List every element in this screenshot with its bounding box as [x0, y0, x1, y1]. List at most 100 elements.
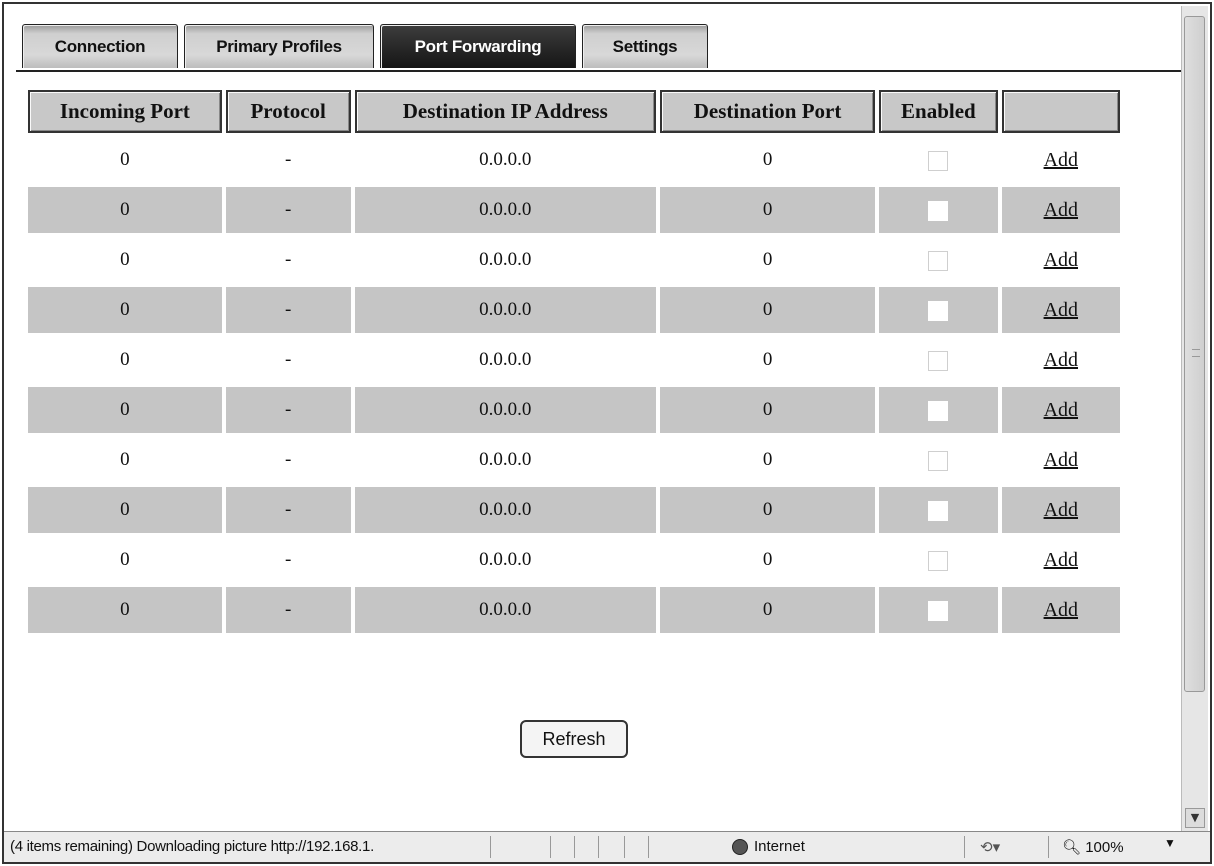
- destination-port-cell: 0: [762, 349, 773, 370]
- zoom-level[interactable]: 🔍︎ 100%: [1062, 838, 1124, 856]
- enabled-cell: [879, 237, 997, 283]
- table-row: 0-0.0.0.0 0 Add: [28, 337, 1120, 383]
- destination-ip-cell: 0.0.0.0: [354, 287, 656, 333]
- column-header-protocol: Protocol: [225, 90, 351, 133]
- add-link[interactable]: Add: [1044, 449, 1078, 471]
- enabled-cell: [879, 537, 997, 583]
- destination-ip-cell: 0.0.0.0: [479, 449, 532, 470]
- destination-ip-cell: 0.0.0.0: [354, 187, 656, 233]
- scrollbar-grip: [1192, 349, 1200, 357]
- status-divider: [624, 836, 625, 858]
- tab-port-forwarding[interactable]: Port Forwarding: [380, 24, 576, 68]
- incoming-port-cell: 0: [120, 249, 130, 270]
- zoom-value: 100%: [1085, 839, 1124, 856]
- action-cell: Add: [1001, 487, 1120, 533]
- status-divider: [550, 836, 551, 858]
- table-row: 0 - 0.0.0.0 0 Add: [28, 237, 1120, 283]
- destination-ip-cell: 0.0.0.0: [479, 249, 532, 270]
- table-header-row: Incoming Port Protocol Destination IP Ad…: [28, 90, 1120, 133]
- action-cell: Add: [1002, 137, 1120, 183]
- add-link[interactable]: Add: [1044, 599, 1078, 621]
- add-link[interactable]: Add: [1044, 499, 1078, 521]
- action-cell: Add: [1002, 337, 1120, 383]
- add-link[interactable]: Add: [1044, 149, 1078, 171]
- browser-window: Connection Primary Profiles Port Forward…: [2, 2, 1212, 864]
- add-link[interactable]: Add: [1044, 399, 1078, 421]
- enabled-checkbox[interactable]: [928, 450, 949, 471]
- zoom-dropdown-icon[interactable]: ▼: [1164, 836, 1176, 850]
- enabled-checkbox[interactable]: [928, 350, 949, 371]
- enabled-checkbox[interactable]: [928, 200, 949, 221]
- add-link[interactable]: Add: [1044, 349, 1078, 371]
- enabled-cell: [879, 587, 998, 633]
- enabled-checkbox[interactable]: [928, 600, 949, 621]
- action-cell: Add: [1001, 387, 1120, 433]
- refresh-button[interactable]: Refresh: [520, 720, 628, 758]
- protocol-cell: -: [284, 249, 292, 270]
- vertical-scrollbar[interactable]: ▼: [1181, 6, 1208, 832]
- enabled-cell: [879, 387, 998, 433]
- protocol-cell: -: [284, 549, 292, 570]
- protocol-cell: -: [225, 287, 351, 333]
- add-link[interactable]: Add: [1044, 249, 1078, 271]
- destination-ip-cell: 0.0.0.0: [354, 587, 656, 633]
- table-row: 0-0.0.0.0 0 Add: [28, 137, 1120, 183]
- scroll-down-arrow-icon[interactable]: ▼: [1185, 808, 1205, 828]
- destination-port-cell: 0: [762, 249, 773, 270]
- table-row: 0-0.0.0.0 0 Add: [28, 287, 1120, 333]
- incoming-port-cell: 0: [28, 387, 222, 433]
- enabled-cell: [879, 187, 998, 233]
- table-row: 0-0.0.0.0 0 Add: [28, 187, 1120, 233]
- status-bar: (4 items remaining) Downloading picture …: [4, 831, 1210, 862]
- add-link[interactable]: Add: [1044, 199, 1078, 221]
- enabled-cell: [879, 287, 998, 333]
- destination-port-cell: 0: [659, 187, 876, 233]
- enabled-cell: [879, 487, 998, 533]
- incoming-port-cell: 0: [28, 487, 222, 533]
- destination-port-cell: 0: [659, 287, 876, 333]
- enabled-checkbox[interactable]: [928, 500, 949, 521]
- enabled-checkbox[interactable]: [928, 400, 949, 421]
- protocol-cell: -: [225, 487, 351, 533]
- table-row: 0-0.0.0.0 0 Add: [28, 537, 1120, 583]
- scrollbar-thumb[interactable]: [1184, 16, 1205, 692]
- protocol-cell: -: [284, 349, 292, 370]
- enabled-checkbox[interactable]: [928, 300, 949, 321]
- enabled-cell: [879, 337, 997, 383]
- destination-port-cell: 0: [659, 387, 876, 433]
- enabled-checkbox[interactable]: [928, 550, 949, 571]
- destination-ip-cell: 0.0.0.0: [479, 349, 532, 370]
- destination-ip-cell: 0.0.0.0: [479, 149, 532, 170]
- status-message: (4 items remaining) Downloading picture …: [10, 838, 374, 855]
- security-zone[interactable]: Internet: [732, 838, 805, 855]
- add-link[interactable]: Add: [1044, 549, 1078, 571]
- destination-ip-cell: 0.0.0.0: [354, 387, 656, 433]
- column-header-destination-port: Destination Port: [659, 90, 876, 133]
- table-row: 0-0.0.0.0 0 Add: [28, 487, 1120, 533]
- tab-connection[interactable]: Connection: [22, 24, 178, 68]
- tab-settings[interactable]: Settings: [582, 24, 708, 68]
- incoming-port-cell: 0: [120, 549, 130, 570]
- column-header-enabled: Enabled: [879, 90, 998, 133]
- status-divider: [964, 836, 965, 858]
- incoming-port-cell: 0: [120, 449, 130, 470]
- enabled-checkbox[interactable]: [928, 250, 949, 271]
- table-row: 0-0.0.0.0 0 Add: [28, 587, 1120, 633]
- enabled-checkbox[interactable]: [928, 150, 949, 171]
- destination-ip-cell: 0.0.0.0: [479, 549, 532, 570]
- destination-port-cell: 0: [762, 149, 773, 170]
- protocol-cell: -: [225, 587, 351, 633]
- destination-port-cell: 0: [659, 587, 876, 633]
- globe-icon: [732, 838, 748, 855]
- status-divider: [1048, 836, 1049, 858]
- status-divider: [574, 836, 575, 858]
- protected-mode-icon[interactable]: ⟲▾: [980, 838, 1000, 856]
- action-cell: Add: [1002, 437, 1120, 483]
- protocol-cell: -: [284, 149, 292, 170]
- enabled-cell: [879, 437, 997, 483]
- protocol-cell: -: [284, 449, 292, 470]
- destination-ip-cell: 0.0.0.0: [354, 487, 656, 533]
- destination-port-cell: 0: [762, 449, 773, 470]
- tab-primary-profiles[interactable]: Primary Profiles: [184, 24, 374, 68]
- add-link[interactable]: Add: [1044, 299, 1078, 321]
